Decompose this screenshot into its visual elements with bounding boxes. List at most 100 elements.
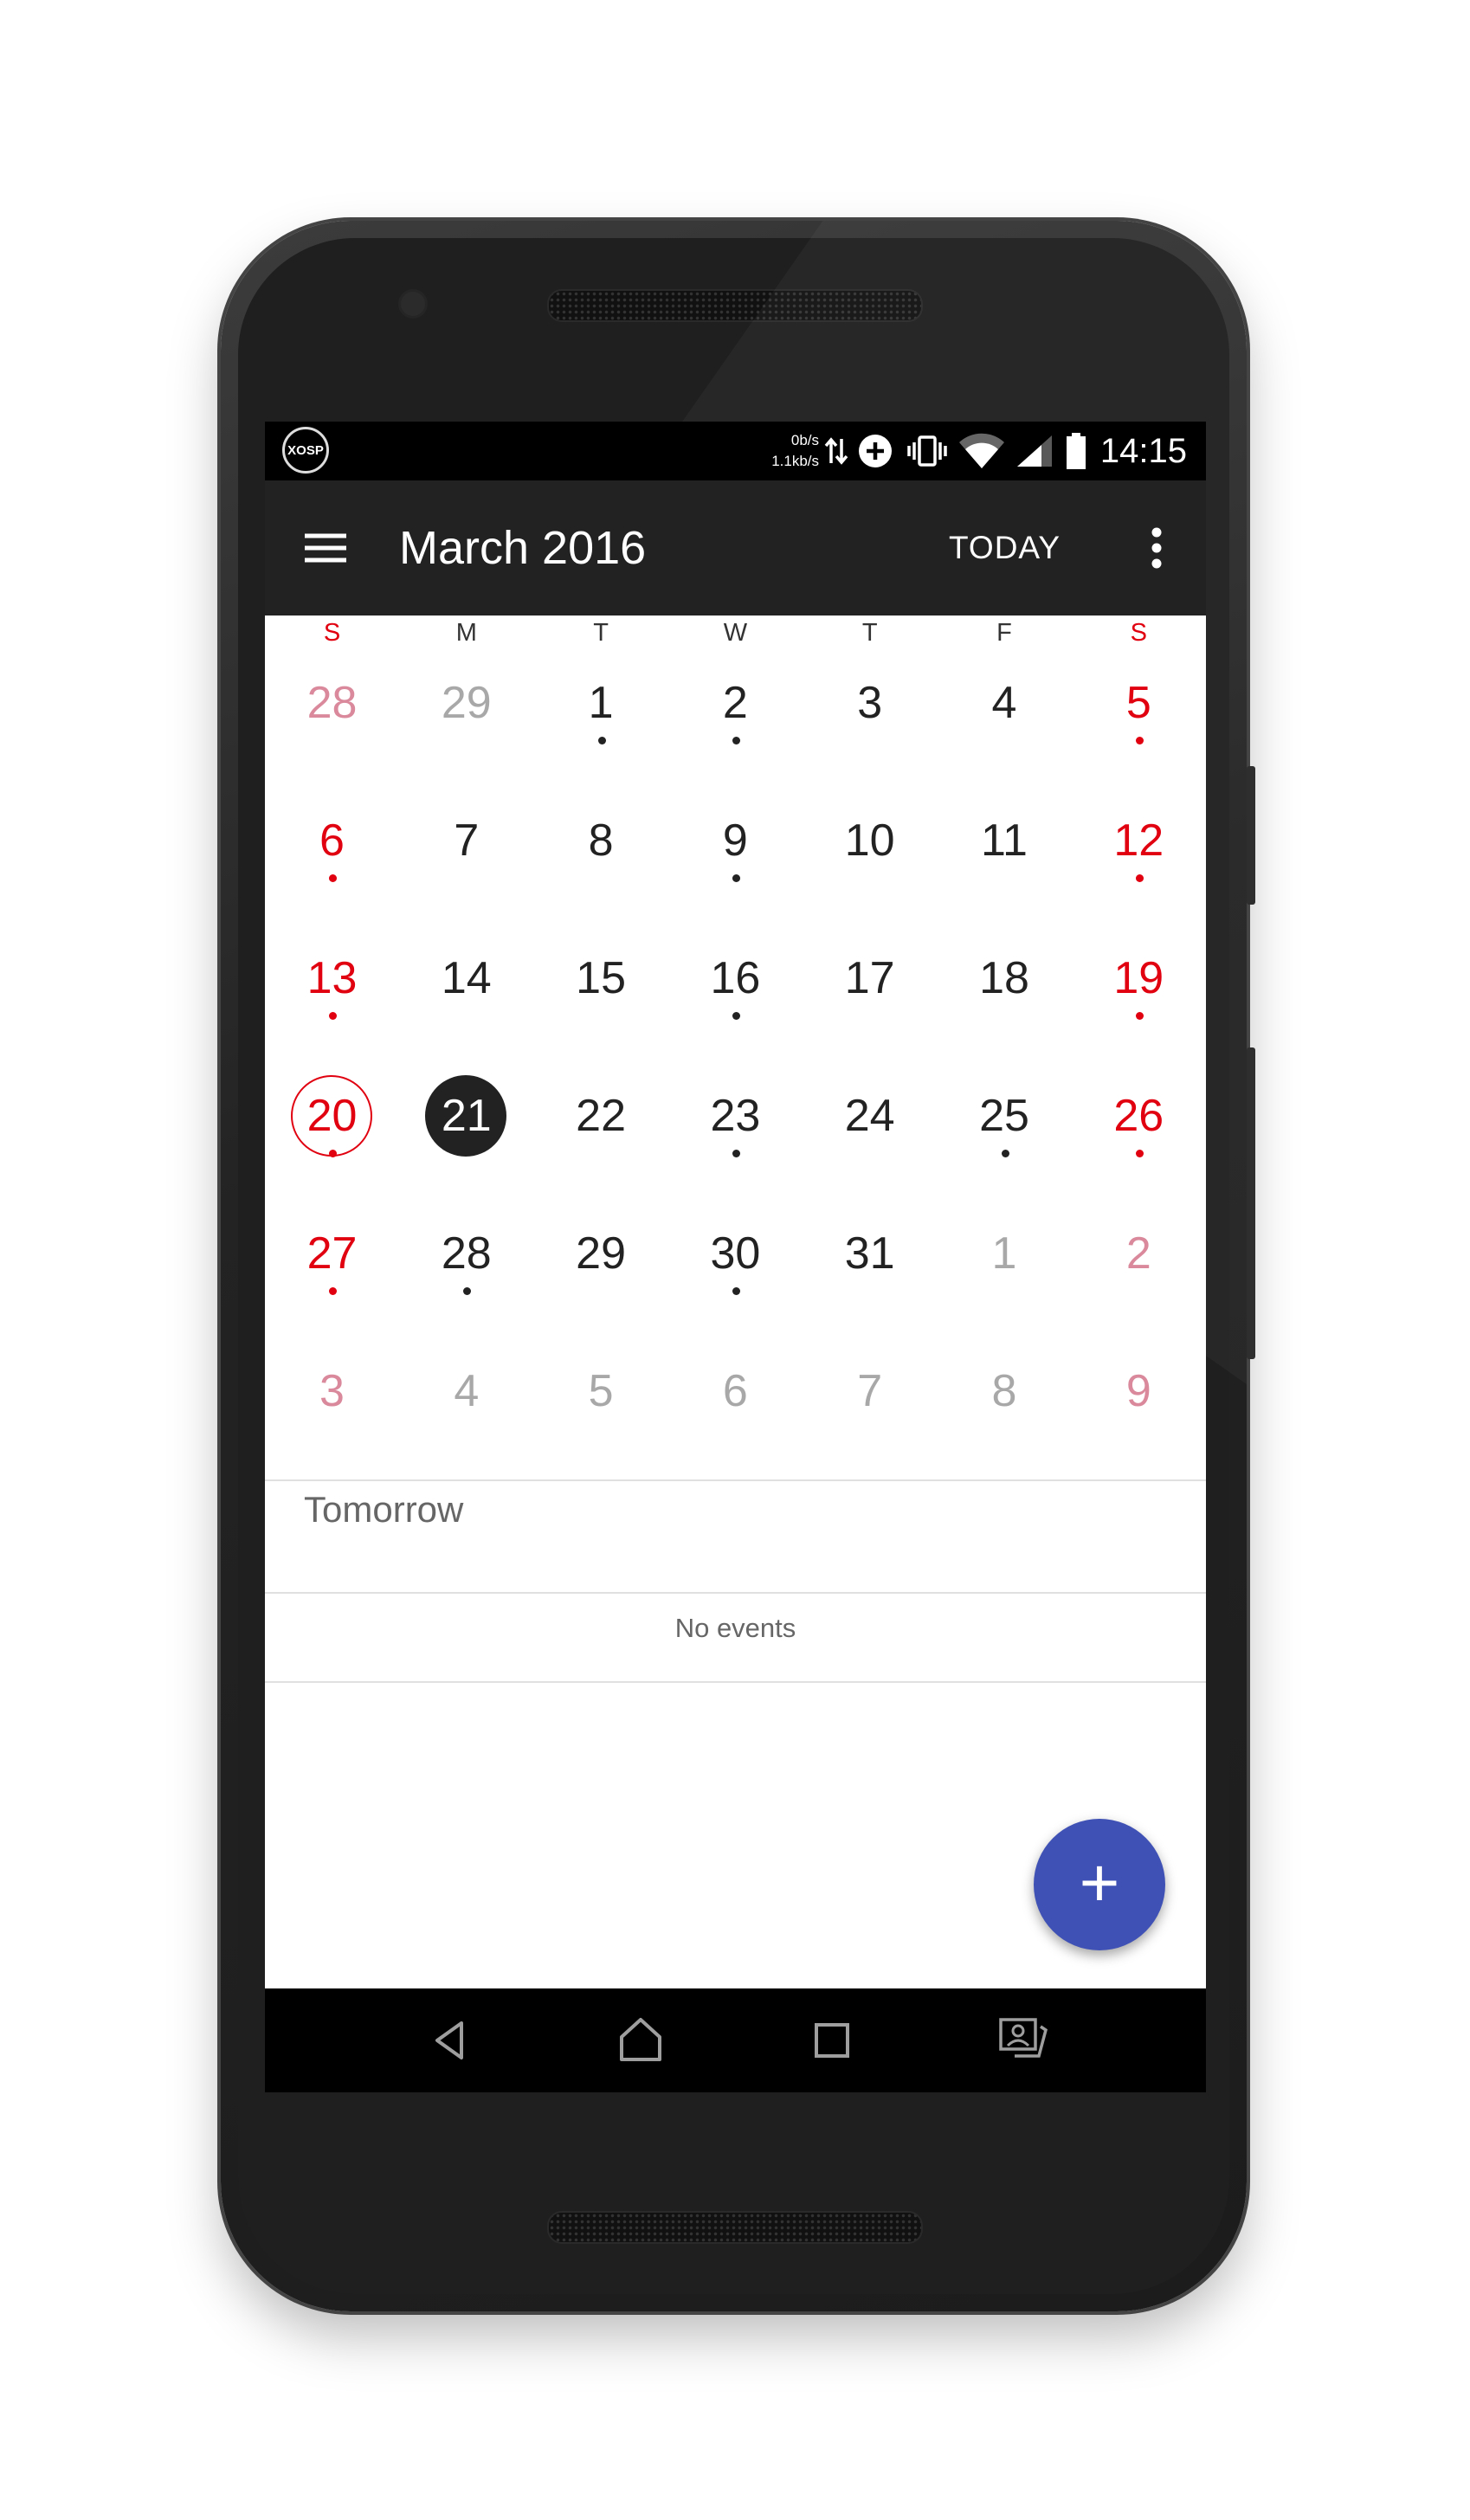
event-dot [732, 1287, 740, 1295]
day-cell[interactable]: 4 [399, 1345, 533, 1483]
day-number: 5 [1125, 678, 1151, 728]
wifi-icon [957, 422, 1006, 480]
day-cell[interactable]: 7 [399, 795, 533, 932]
network-speed: 0b/s 1.1kb/s [715, 430, 819, 472]
hamburger-menu-icon[interactable] [301, 524, 350, 572]
day-cell[interactable]: 26 [1072, 1070, 1206, 1208]
day-number: 13 [306, 953, 358, 1003]
clock: 14:15 [1099, 432, 1187, 470]
day-cell[interactable]: 8 [938, 1345, 1072, 1483]
day-number: 5 [588, 1366, 614, 1416]
agenda-divider [265, 1592, 1206, 1594]
event-dot [732, 737, 740, 744]
day-number: 7 [857, 1366, 883, 1416]
volume-button [1247, 1047, 1255, 1359]
weekday-label: S [323, 619, 341, 647]
agenda-bottom-divider [265, 1681, 1206, 1683]
day-cell[interactable]: 30 [668, 1208, 803, 1345]
day-number: 19 [1113, 953, 1164, 1003]
day-cell[interactable]: 31 [803, 1208, 937, 1345]
day-cell[interactable]: 21 [399, 1070, 533, 1208]
day-cell[interactable]: 29 [534, 1208, 668, 1345]
day-cell[interactable]: 14 [399, 932, 533, 1070]
add-icon: + [1079, 1844, 1120, 1921]
event-dot [732, 1012, 740, 1020]
day-cell[interactable]: 13 [265, 932, 399, 1070]
multi-user-icon[interactable] [989, 2006, 1058, 2075]
day-cell[interactable]: 28 [399, 1208, 533, 1345]
day-cell[interactable]: 27 [265, 1208, 399, 1345]
day-cell[interactable]: 9 [668, 795, 803, 932]
day-number: 29 [441, 678, 492, 728]
day-cell[interactable]: 5 [1072, 657, 1206, 795]
weekday-label: W [723, 619, 748, 647]
navigation-bar [265, 1988, 1206, 2092]
day-cell[interactable]: 9 [1072, 1345, 1206, 1483]
day-cell[interactable]: 11 [938, 795, 1072, 932]
battery-icon [1063, 422, 1089, 480]
day-number: 10 [844, 815, 895, 866]
day-number: 3 [857, 678, 883, 728]
day-cell[interactable]: 18 [938, 932, 1072, 1070]
weekday-header: SMTWTFS [265, 619, 1206, 657]
day-number: 24 [844, 1091, 895, 1141]
day-cell[interactable]: 24 [803, 1070, 937, 1208]
bottom-speaker [547, 2211, 923, 2244]
day-number: 23 [710, 1091, 761, 1141]
event-dot [1135, 1150, 1144, 1157]
day-cell[interactable]: 10 [803, 795, 937, 932]
day-cell[interactable]: 16 [668, 932, 803, 1070]
day-cell[interactable]: 6 [668, 1345, 803, 1483]
net-speed-down: 1.1kb/s [771, 453, 819, 469]
agenda-section-title: Tomorrow [304, 1489, 464, 1530]
add-event-button[interactable]: + [1034, 1819, 1165, 1950]
day-cell[interactable]: 1 [534, 657, 668, 795]
day-cell[interactable]: 1 [938, 1208, 1072, 1345]
empty-message: No events [674, 1613, 796, 1643]
day-cell[interactable]: 4 [938, 657, 1072, 795]
day-cell[interactable]: 8 [534, 795, 668, 932]
event-dot [597, 737, 606, 744]
day-cell[interactable]: 17 [803, 932, 937, 1070]
day-cell[interactable]: 5 [534, 1345, 668, 1483]
day-cell[interactable]: 2 [1072, 1208, 1206, 1345]
day-number: 4 [991, 678, 1017, 728]
event-dot [329, 1012, 337, 1020]
day-cell[interactable]: 25 [938, 1070, 1072, 1208]
day-cell[interactable]: 7 [803, 1345, 937, 1483]
net-speed-up: 0b/s [790, 432, 819, 448]
day-cell[interactable]: 2 [668, 657, 803, 795]
day-number: 1 [588, 678, 614, 728]
day-cell[interactable]: 28 [265, 657, 399, 795]
day-cell[interactable]: 20 [265, 1070, 399, 1208]
event-dot [463, 1287, 472, 1295]
day-cell[interactable]: 3 [803, 657, 937, 795]
day-number: 16 [710, 953, 761, 1003]
event-dot [329, 874, 337, 882]
day-number: 6 [722, 1366, 748, 1416]
day-cell[interactable]: 29 [399, 657, 533, 795]
recents-icon[interactable] [797, 2006, 867, 2075]
status-bar: XOSP 0b/s 1.1kb/s 14:15 [265, 422, 1206, 480]
back-icon[interactable] [415, 2006, 484, 2075]
day-number: 31 [844, 1228, 895, 1279]
day-cell[interactable]: 19 [1072, 932, 1206, 1070]
day-cell[interactable]: 15 [534, 932, 668, 1070]
day-cell[interactable]: 6 [265, 795, 399, 932]
day-cell[interactable]: 23 [668, 1070, 803, 1208]
day-number: 3 [319, 1366, 345, 1416]
day-number: 18 [979, 953, 1029, 1003]
day-number: 26 [1113, 1091, 1164, 1141]
day-cell[interactable]: 12 [1072, 795, 1206, 932]
today-button[interactable]: TODAY [949, 480, 1061, 615]
month-title[interactable]: March 2016 [399, 480, 646, 615]
day-number: 28 [441, 1228, 492, 1279]
day-cell[interactable]: 22 [534, 1070, 668, 1208]
day-cell[interactable]: 3 [265, 1345, 399, 1483]
more-vert-icon[interactable] [1139, 522, 1174, 574]
day-number: 2 [722, 678, 748, 728]
event-dot [732, 1150, 740, 1157]
home-icon[interactable] [606, 2006, 675, 2075]
day-number: 27 [306, 1228, 358, 1279]
event-dot [1001, 1150, 1009, 1157]
